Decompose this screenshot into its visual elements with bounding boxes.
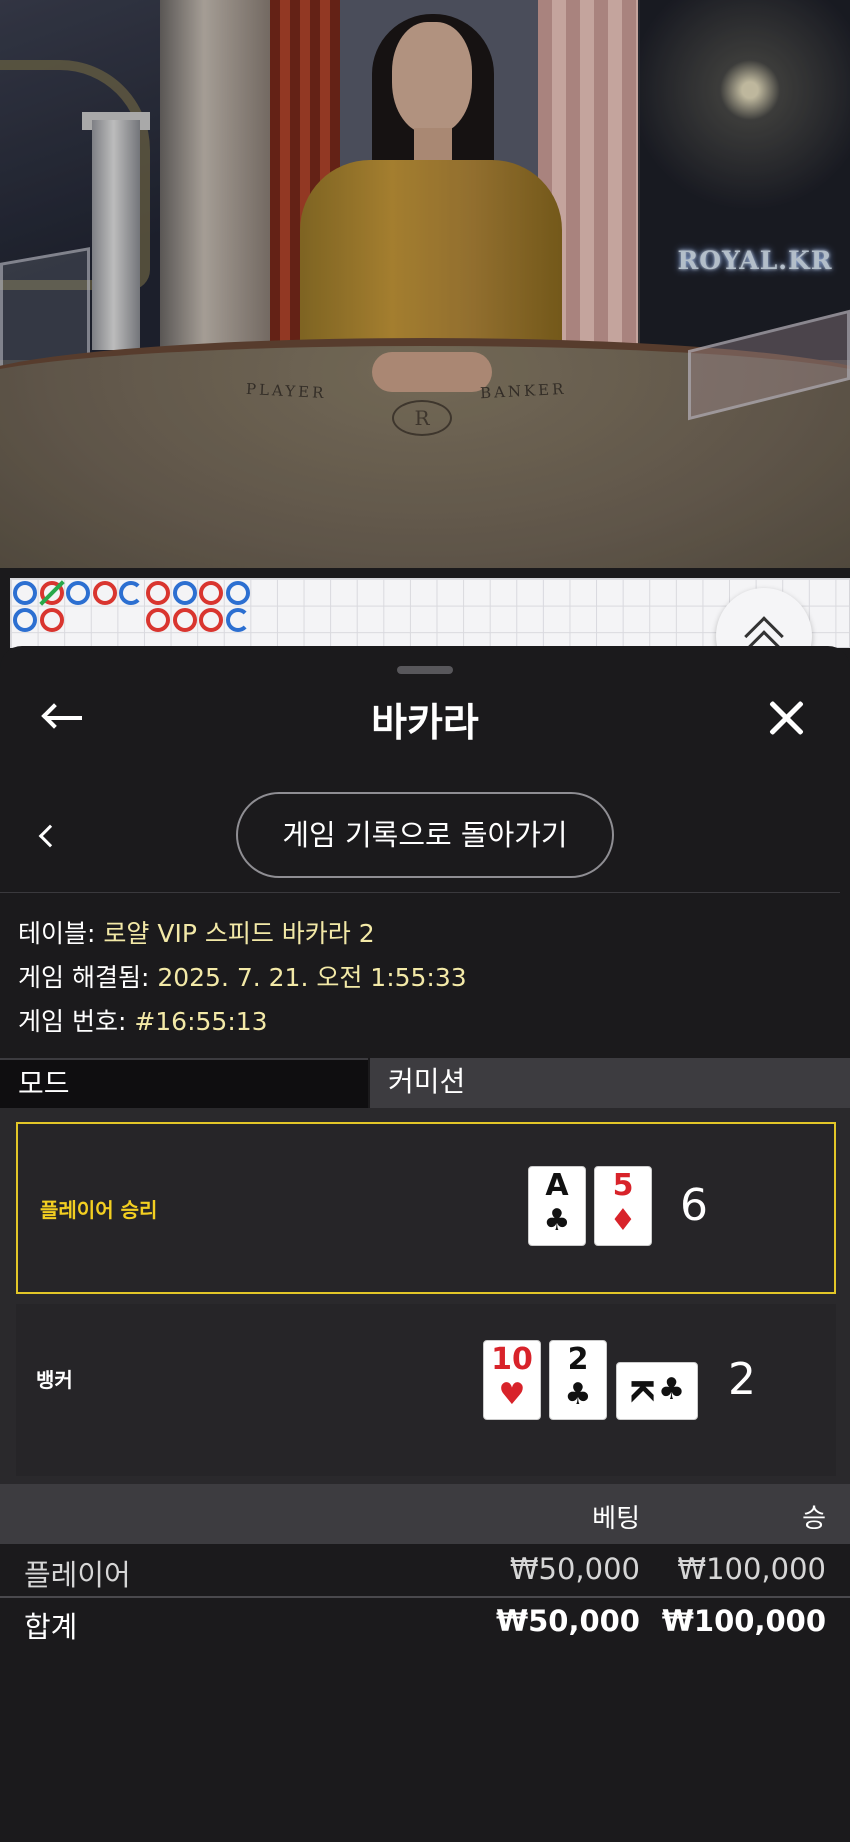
card-rank: 10 (491, 1342, 533, 1377)
banker-hand: 뱅커 10 ♥ 2 ♣ K♣ 2 (16, 1304, 836, 1476)
close-icon (767, 699, 805, 737)
card-suit: ♦ (609, 1203, 637, 1238)
column-header-bet: 베팅 (592, 1504, 640, 1534)
card-suit: ♣ (564, 1377, 592, 1412)
bet-amount: ₩50,000 (509, 1552, 640, 1586)
info-resolved: 게임 해결됨: 2025. 7. 21. 오전 1:55:33 (18, 958, 467, 994)
row-label: 합계 (24, 1610, 78, 1644)
banker-bead (92, 581, 117, 605)
table-row-total: 합계 ₩50,000 ₩100,000 (0, 1596, 850, 1644)
info-number-value: #16:55:13 (134, 1007, 268, 1036)
tab-bar: 모드 커미션 (0, 1058, 850, 1108)
bet-amount: ₩50,000 (496, 1604, 640, 1638)
card-rank: A (545, 1168, 569, 1203)
banker-bead (39, 607, 64, 632)
player-bead (172, 581, 197, 605)
info-number-label: 게임 번호: (18, 1007, 127, 1036)
card-rank: K (623, 1378, 659, 1402)
playing-card: 5 ♦ (594, 1166, 652, 1246)
win-amount: ₩100,000 (677, 1552, 826, 1586)
table-row: 플레이어 ₩50,000 ₩100,000 (0, 1546, 850, 1594)
player-bead (13, 581, 37, 605)
card-suit: ♣ (543, 1203, 571, 1238)
player-bead (66, 581, 91, 605)
player-bead (225, 581, 250, 605)
result-panel: 플레이어 승리 A ♣ 5 ♦ 6 뱅커 10 ♥ 2 ♣ K♣ 2 (0, 1108, 850, 1528)
column-header-win: 승 (802, 1504, 826, 1534)
live-video-feed: ROYAL.KR PLAYER BANKER R (0, 0, 850, 568)
player-hand: 플레이어 승리 A ♣ 5 ♦ 6 (16, 1122, 836, 1294)
drag-handle[interactable] (397, 666, 453, 674)
player-bead (225, 607, 250, 632)
tab-mode[interactable]: 모드 (0, 1058, 368, 1108)
card-rank: 2 (567, 1342, 589, 1377)
game-detail-sheet: 바카라 게임 기록으로 돌아가기 테이블: 로얄 VIP 스피드 바카라 2 게… (0, 646, 850, 1842)
info-resolved-value: 2025. 7. 21. 오전 1:55:33 (157, 963, 467, 992)
previous-game-button[interactable] (20, 806, 80, 866)
playing-card: A ♣ (528, 1166, 586, 1246)
banker-bead (146, 581, 170, 605)
bet-table-header: 베팅 승 (0, 1484, 850, 1544)
banker-bead (199, 581, 224, 605)
banker-bead (172, 607, 197, 632)
info-resolved-label: 게임 해결됨: (18, 963, 150, 992)
back-to-history-button[interactable]: 게임 기록으로 돌아가기 (236, 792, 614, 878)
player-bead (119, 581, 144, 605)
banker-bead (146, 607, 170, 632)
card-rank: 5 (612, 1168, 634, 1203)
banker-score: 2 (728, 1354, 756, 1405)
chevron-left-icon (38, 824, 62, 848)
playing-card: 10 ♥ (483, 1340, 541, 1420)
tab-commission[interactable]: 커미션 (370, 1058, 850, 1108)
page-title: 바카라 (371, 701, 479, 746)
win-amount: ₩100,000 (661, 1604, 826, 1638)
divider (0, 892, 840, 893)
player-bead (13, 607, 37, 632)
card-suit: ♥ (498, 1377, 526, 1412)
close-button[interactable] (756, 688, 816, 748)
banker-result-label: 뱅커 (36, 1368, 73, 1392)
info-table: 테이블: 로얄 VIP 스피드 바카라 2 (18, 914, 375, 950)
player-result-label: 플레이어 승리 (40, 1198, 158, 1222)
playing-card: 2 ♣ (549, 1340, 607, 1420)
info-table-value: 로얄 VIP 스피드 바카라 2 (103, 919, 375, 948)
info-table-label: 테이블: (18, 919, 96, 948)
playing-card-sideways: K♣ (616, 1362, 698, 1420)
row-label: 플레이어 (24, 1558, 131, 1592)
banker-bead (199, 607, 224, 632)
player-score: 6 (680, 1180, 708, 1231)
video-dim-overlay (0, 0, 850, 568)
info-game-number: 게임 번호: #16:55:13 (18, 1002, 268, 1038)
